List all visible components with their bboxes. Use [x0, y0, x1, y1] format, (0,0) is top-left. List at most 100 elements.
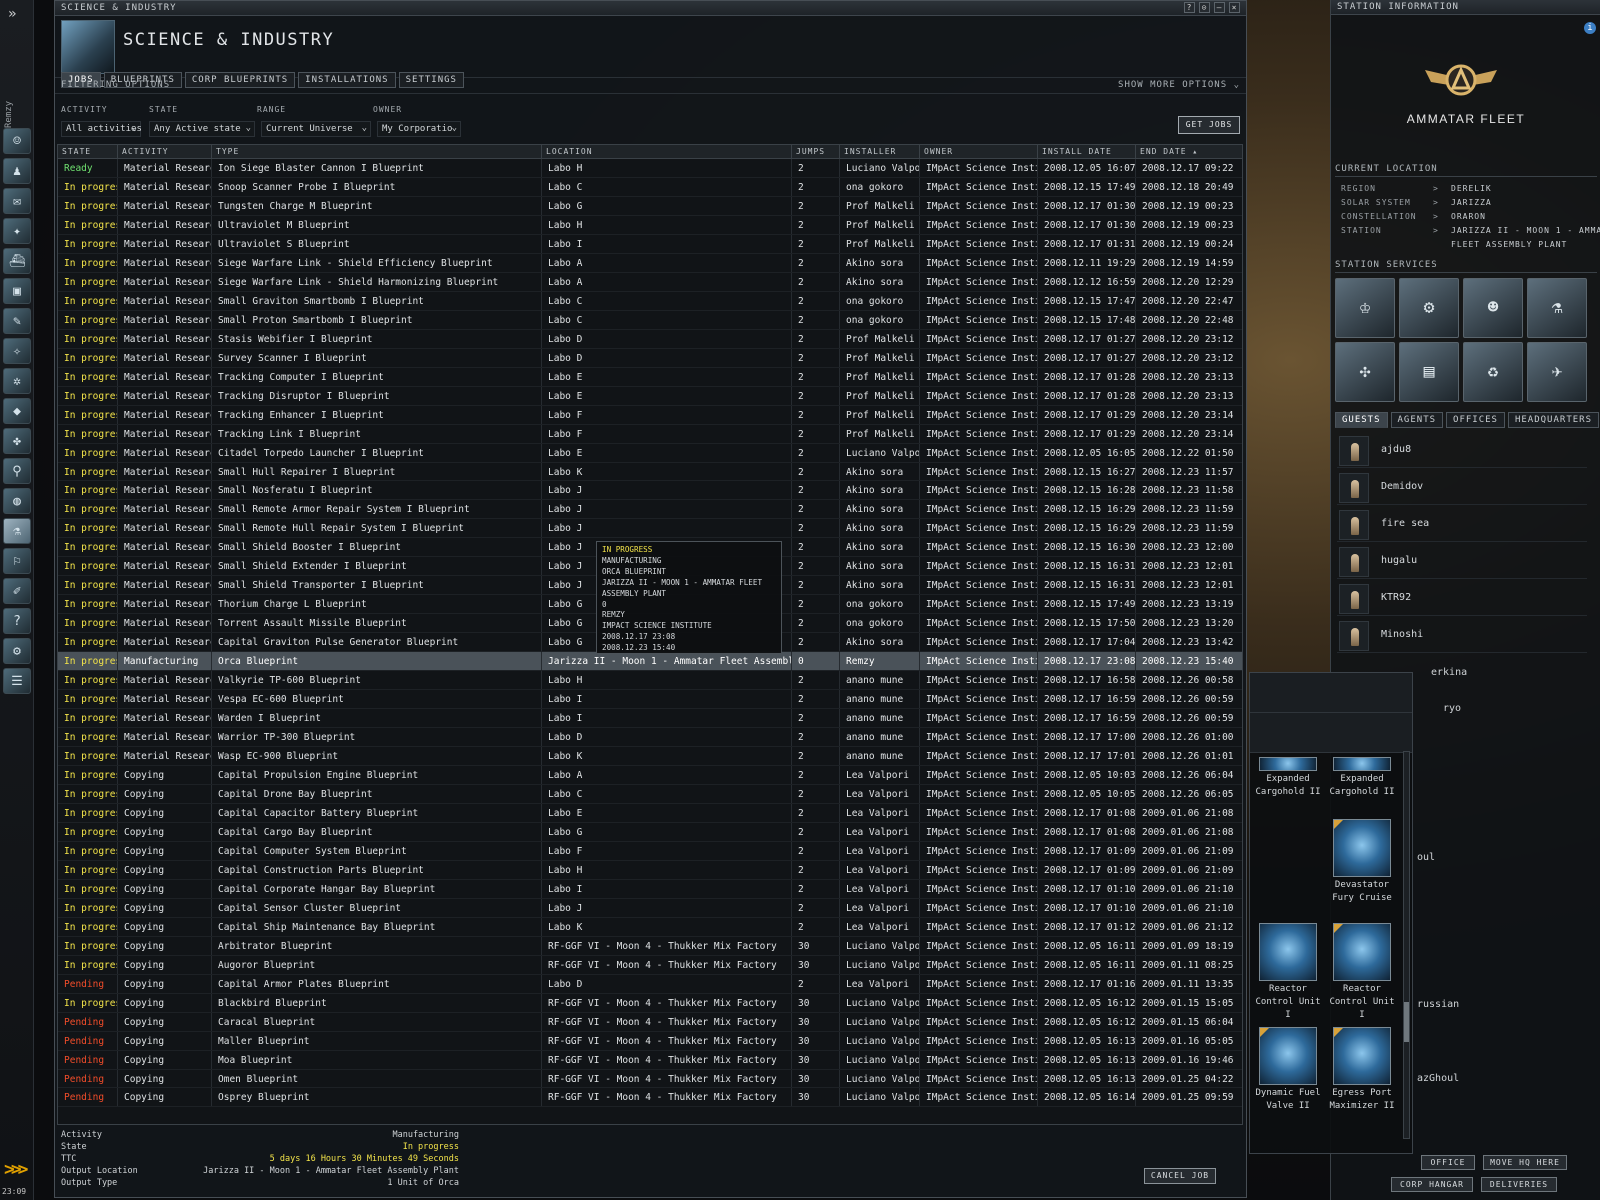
table-row[interactable]: Pending Copying Omen Blueprint RF-GGF VI - … [58, 1069, 1242, 1089]
map-icon[interactable]: ✧ [3, 338, 31, 364]
help-button[interactable]: ? [1184, 2, 1195, 13]
guest-list-item[interactable]: Demidov [1337, 471, 1587, 505]
scrollbar-thumb[interactable] [1404, 1002, 1409, 1042]
owner-select[interactable]: My Corporatio ⌄ [377, 121, 461, 137]
table-row[interactable]: In progressCopyingCapital Ship Maintenan… [58, 917, 1242, 937]
hangar-scrollbar[interactable] [1403, 751, 1410, 1139]
table-row[interactable]: In progressMaterial ResearchCitadel Torp… [58, 443, 1242, 463]
guest-list-item[interactable]: Minoshi [1337, 619, 1587, 653]
science-industry-icon[interactable]: ⚗ [3, 518, 31, 544]
table-row[interactable]: In progressCopyingCapital Drone Bay Blue… [58, 784, 1242, 804]
assets-icon[interactable]: ◆ [3, 398, 31, 424]
table-row[interactable]: In progressMaterial ResearchTracking Lin… [58, 424, 1242, 444]
guest-list-item[interactable]: ajdu8 [1337, 434, 1587, 468]
range-select[interactable]: Current Universe ⌄ [261, 121, 371, 137]
column-header-jumps[interactable]: JUMPS [792, 145, 840, 158]
region-value[interactable]: DERELIK [1451, 184, 1492, 193]
hangar-item[interactable]: Expanded Cargohold II [1254, 757, 1322, 799]
help-icon[interactable]: ? [3, 608, 31, 634]
recycling-service-icon[interactable]: ♻ [1463, 342, 1523, 402]
info-icon[interactable]: i [1584, 22, 1596, 34]
repair-shop-service-icon[interactable]: ⚙ [1399, 278, 1459, 338]
station-titlebar[interactable]: STATION INFORMATION [1331, 0, 1600, 15]
column-header-state[interactable]: STATE [58, 145, 118, 158]
hangar-item[interactable]: Reactor Control Unit I [1328, 923, 1396, 1022]
deliveries-button[interactable]: DELIVERIES [1481, 1177, 1557, 1192]
agents-service-icon[interactable]: ♔ [1335, 278, 1395, 338]
pin-button[interactable]: ⊙ [1199, 2, 1210, 13]
channels-icon[interactable]: ✦ [3, 218, 31, 244]
reprocessing-service-icon[interactable]: ✣ [1335, 342, 1395, 402]
tab-agents[interactable]: AGENTS [1390, 412, 1444, 428]
market-icon[interactable]: ◍ [3, 488, 31, 514]
item-hangar-icon[interactable]: ▣ [3, 278, 31, 304]
log-icon[interactable]: ☰ [3, 668, 31, 694]
table-row[interactable]: In progressMaterial ResearchWarden I Blu… [58, 709, 1242, 729]
table-row[interactable]: In progressMaterial ResearchTungsten Cha… [58, 196, 1242, 216]
table-row[interactable]: In progressCopyingCapital Corporate Hang… [58, 879, 1242, 899]
table-row[interactable]: In progressMaterial ResearchSmall Remote… [58, 500, 1242, 520]
table-row[interactable]: Pending Copying Maller Blueprint RF-GGF VI … [58, 1031, 1242, 1051]
hangar-header[interactable] [1250, 673, 1412, 713]
hangar-item[interactable]: Reactor Control Unit I [1254, 923, 1322, 1022]
column-header-installer[interactable]: INSTALLER [840, 145, 920, 158]
guest-list-item[interactable]: hugalu [1337, 545, 1587, 579]
table-row[interactable]: In progressCopyingCapital Propulsion Eng… [58, 766, 1242, 785]
column-header-type[interactable]: TYPE [212, 145, 542, 158]
settings-icon[interactable]: ⚙ [3, 638, 31, 664]
mail-icon[interactable]: ✉ [3, 188, 31, 214]
table-row[interactable]: In progressCopyingAugoror BlueprintRF-GG… [58, 955, 1242, 975]
table-row[interactable]: In progressMaterial ResearchUltraviolet … [58, 234, 1242, 254]
hangar-item[interactable]: Dynamic Fuel Valve II [1254, 1027, 1322, 1113]
column-header-location[interactable]: LOCATION [542, 145, 792, 158]
station-value-line2[interactable]: FLEET ASSEMBLY PLANT [1451, 240, 1567, 249]
column-header-activity[interactable]: ACTIVITY [118, 145, 212, 158]
contracts-icon[interactable]: ⚐ [3, 548, 31, 574]
station-value[interactable]: JARIZZA II - MOON 1 - AMMATAR [1451, 226, 1600, 235]
table-row[interactable]: In progressCopyingCapital Construction P… [58, 860, 1242, 880]
corporation-icon[interactable]: ✤ [3, 428, 31, 454]
table-row[interactable]: In progressManufacturingOrca BlueprintJa… [58, 652, 1242, 672]
hangar-item[interactable]: Devastator Fury Cruise [1328, 819, 1396, 905]
table-row[interactable]: Pending Copying Moa Blueprint RF-GGF VI - M… [58, 1050, 1242, 1070]
minimize-button[interactable]: – [1214, 2, 1225, 13]
corp-hangar-button[interactable]: CORP HANGAR [1391, 1177, 1473, 1192]
table-row[interactable]: In progressCopyingCapital Sensor Cluster… [58, 898, 1242, 918]
table-row[interactable]: In progressCopyingCapital Computer Syste… [58, 841, 1242, 861]
ship-hangar-icon[interactable]: ⛴ [3, 248, 31, 274]
table-row[interactable]: In progressMaterial ResearchWarrior TP-3… [58, 728, 1242, 748]
guest-list-item[interactable]: fire sea [1337, 508, 1587, 542]
table-row[interactable]: In progressMaterial ResearchSmall Proton… [58, 310, 1242, 330]
table-row[interactable]: In progressMaterial ResearchSiege Warfar… [58, 253, 1242, 273]
character-sheet-icon[interactable]: ☺ [3, 128, 31, 154]
table-row[interactable]: In progressMaterial ResearchWasp EC-900 … [58, 747, 1242, 766]
tab-headquarters[interactable]: HEADQUARTERS [1507, 412, 1599, 428]
table-row[interactable]: In progressMaterial ResearchUltraviolet … [58, 215, 1242, 235]
table-row[interactable]: In progressMaterial ResearchSurvey Scann… [58, 348, 1242, 368]
table-row[interactable]: Pending Copying Caracal Blueprint RF-GGF VI… [58, 1012, 1242, 1032]
solar-system-value[interactable]: JARIZZA [1451, 198, 1492, 207]
table-row[interactable]: In progressMaterial ResearchSiege Warfar… [58, 272, 1242, 292]
expand-neocom-button[interactable]: » [8, 6, 16, 22]
tab-offices[interactable]: OFFICES [1446, 412, 1505, 428]
close-button[interactable]: × [1229, 2, 1240, 13]
table-row[interactable]: In progressMaterial ResearchValkyrie TP-… [58, 671, 1242, 691]
table-row[interactable]: In progressMaterial ResearchVespa EC-600… [58, 690, 1242, 710]
table-row[interactable]: In progressCopyingCapital Capacitor Batt… [58, 803, 1242, 823]
table-row[interactable]: In progressMaterial ResearchTracking Enh… [58, 405, 1242, 425]
table-row[interactable]: In progressMaterial ResearchSmall Hull R… [58, 462, 1242, 482]
column-header-end-date[interactable]: END DATE ▴ [1136, 145, 1240, 158]
table-row[interactable]: In progressCopyingArbitrator BlueprintRF… [58, 936, 1242, 956]
window-titlebar[interactable]: SCIENCE & INDUSTRY ? ⊙ – × [55, 1, 1246, 16]
table-row[interactable]: Pending Copying Capital Armor Plates Bluep… [58, 974, 1242, 994]
notepad-icon[interactable]: ✐ [3, 578, 31, 604]
get-jobs-button[interactable]: GET JOBS [1178, 116, 1240, 134]
tab-guests[interactable]: GUESTS [1335, 412, 1388, 428]
table-row[interactable]: In progressMaterial ResearchSnoop Scanne… [58, 177, 1242, 197]
show-more-options-button[interactable]: SHOW MORE OPTIONS ⌄ [1118, 80, 1240, 90]
journal-icon[interactable]: ✎ [3, 308, 31, 334]
office-button[interactable]: OFFICE [1421, 1155, 1475, 1170]
table-row[interactable]: In progressCopyingCapital Cargo Bay Blue… [58, 822, 1242, 842]
column-header-owner[interactable]: OWNER [920, 145, 1038, 158]
fleet-icon[interactable]: ✲ [3, 368, 31, 394]
